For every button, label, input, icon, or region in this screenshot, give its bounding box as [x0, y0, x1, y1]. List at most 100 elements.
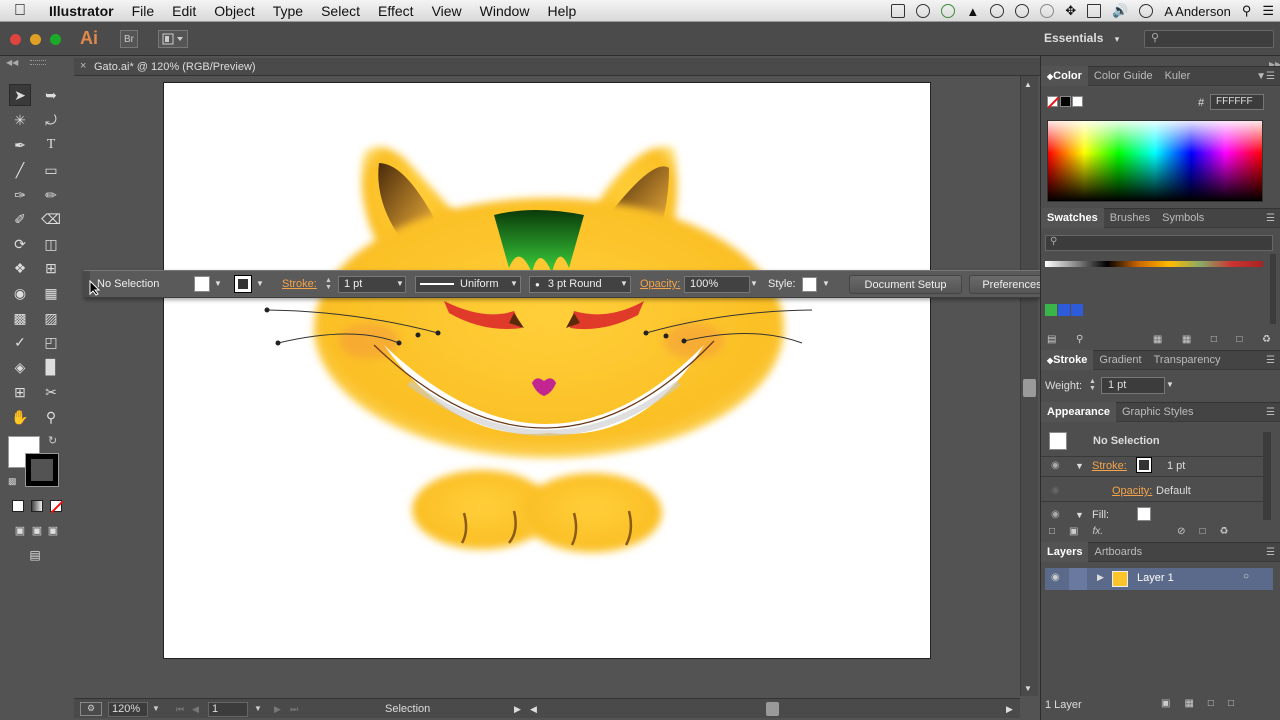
layer-lock-toggle[interactable]: [1069, 568, 1087, 590]
clear-appearance-icon[interactable]: ⊘: [1177, 526, 1185, 540]
menu-view[interactable]: View: [423, 3, 471, 19]
eyedropper-tool-icon[interactable]: ✓: [9, 331, 31, 353]
perspective-grid-tool-icon[interactable]: ▦: [40, 282, 62, 304]
weight-dropdown-icon[interactable]: ▼: [1166, 380, 1174, 389]
menu-effect[interactable]: Effect: [369, 3, 423, 19]
fx-icon[interactable]: fx.: [1093, 526, 1104, 540]
graph-tool-icon[interactable]: ▉: [40, 356, 62, 378]
appearance-opacity-label[interactable]: Opacity:: [1112, 485, 1152, 497]
scroll-thumb[interactable]: [1023, 379, 1036, 397]
accessibility-icon[interactable]: [1015, 4, 1030, 18]
prev-artboard-icon[interactable]: ◀: [192, 704, 199, 715]
tab-swatches[interactable]: Swatches: [1041, 208, 1104, 228]
tab-color[interactable]: ◆Color: [1041, 66, 1088, 86]
weight-stepper-icon[interactable]: ▲ ▼: [1089, 378, 1096, 392]
workspace-switcher[interactable]: Essentials ▾: [1044, 31, 1119, 45]
zoom-input[interactable]: 120%: [108, 702, 148, 717]
layers-menu-icon[interactable]: ☰: [1266, 547, 1275, 558]
expand-triangle-icon[interactable]: ▼: [1075, 461, 1084, 471]
menu-object[interactable]: Object: [205, 3, 263, 19]
document-tab[interactable]: × Gato.ai* @ 120% (RGB/Preview): [74, 58, 1040, 76]
stroke-stepper-icon[interactable]: ▲ ▼: [325, 277, 332, 291]
opacity-input[interactable]: 100%: [684, 276, 750, 293]
spotlight-icon[interactable]: ⚲: [1242, 3, 1252, 19]
scroll-right-icon[interactable]: ▶: [1006, 704, 1013, 715]
swatch-options-icon[interactable]: ▦: [1153, 334, 1162, 348]
pen-tool-icon[interactable]: ✒: [9, 134, 31, 156]
help-search-input[interactable]: ⚲: [1144, 30, 1274, 48]
layer-target-icon[interactable]: ○: [1243, 571, 1249, 582]
menu-file[interactable]: File: [123, 3, 164, 19]
user-name[interactable]: A Anderson: [1164, 4, 1231, 19]
swatch-chip[interactable]: [1058, 304, 1070, 316]
opacity-dropdown-icon[interactable]: ▼: [750, 279, 758, 288]
selection-tool-icon[interactable]: ➤: [9, 84, 31, 106]
menu-edit[interactable]: Edit: [163, 3, 205, 19]
menu-type[interactable]: Type: [264, 3, 312, 19]
next-artboard-icon[interactable]: ▶: [274, 704, 281, 715]
swatch-chip[interactable]: [1045, 304, 1057, 316]
flag-icon[interactable]: [1087, 4, 1102, 18]
tab-brushes[interactable]: Brushes: [1104, 212, 1156, 224]
locate-object-icon[interactable]: ▣: [1161, 698, 1170, 709]
new-sublayer-icon[interactable]: □: [1208, 698, 1214, 709]
color-mode-button[interactable]: [12, 500, 24, 512]
appearance-fill-label[interactable]: Fill:: [1092, 509, 1109, 521]
swatch-group[interactable]: [1045, 304, 1085, 316]
layer-name[interactable]: Layer 1: [1137, 572, 1174, 584]
apple-icon[interactable]: : [0, 2, 40, 20]
appearance-scrollbar[interactable]: [1263, 432, 1271, 520]
slice-tool-icon[interactable]: ✂: [40, 381, 62, 403]
stroke-label[interactable]: Stroke:: [282, 278, 317, 290]
hex-input[interactable]: FFFFFF: [1210, 94, 1264, 110]
grip-icon[interactable]: [30, 60, 46, 65]
status-menu-icon[interactable]: ▶: [514, 704, 521, 715]
swatches-scrollbar[interactable]: [1270, 254, 1276, 324]
help-icon[interactable]: [1139, 4, 1154, 18]
swatch-libraries-icon[interactable]: ▤: [1047, 334, 1056, 348]
swap-fill-stroke-icon[interactable]: ↻: [48, 434, 57, 447]
new-layer-icon[interactable]: □: [1228, 698, 1234, 709]
new-swatch-icon[interactable]: □: [1236, 334, 1242, 348]
hand-tool-icon[interactable]: ✋: [9, 406, 31, 428]
screen-mode-icon[interactable]: ▤: [24, 544, 46, 566]
appearance-stroke-label[interactable]: Stroke:: [1092, 460, 1127, 472]
appearance-fill-swatch[interactable]: [1137, 507, 1151, 521]
panel-menu-icon[interactable]: ▼☰: [1256, 71, 1275, 82]
close-document-icon[interactable]: ×: [80, 60, 86, 72]
symbol-sprayer-tool-icon[interactable]: ◈: [9, 356, 31, 378]
tab-layers[interactable]: Layers: [1041, 542, 1089, 562]
artboard-dropdown-icon[interactable]: ▼: [254, 704, 262, 713]
variable-width-profile-select[interactable]: Uniform: [415, 276, 521, 293]
add-fill-icon[interactable]: ▣: [1069, 526, 1078, 540]
menu-window[interactable]: Window: [471, 3, 539, 19]
chat-icon[interactable]: [990, 4, 1005, 18]
duplicate-item-icon[interactable]: □: [1199, 526, 1205, 540]
zoom-tool-icon[interactable]: ⚲: [40, 406, 62, 428]
delete-item-icon[interactable]: ♻: [1220, 526, 1229, 540]
arrange-documents-button[interactable]: [158, 30, 188, 48]
expand-triangle-icon[interactable]: ▼: [1075, 510, 1084, 520]
rotate-tool-icon[interactable]: ⟳: [9, 233, 31, 255]
display-icon[interactable]: [891, 4, 906, 18]
mesh-tool-icon[interactable]: ▩: [9, 307, 31, 329]
swatch-grid[interactable]: [1045, 261, 1263, 267]
eraser-tool-icon[interactable]: ⌫: [40, 208, 62, 230]
visibility-eye-icon[interactable]: ◉: [1051, 460, 1060, 471]
profile-dropdown-icon[interactable]: ▼: [510, 279, 518, 288]
artboard[interactable]: [163, 82, 931, 659]
timer-icon[interactable]: [916, 4, 931, 18]
first-artboard-icon[interactable]: ⏮: [176, 704, 184, 715]
scroll-down-icon[interactable]: ▼: [1024, 684, 1032, 693]
bridge-button[interactable]: Br: [120, 30, 138, 48]
vertical-scrollbar[interactable]: ▲ ▼: [1020, 76, 1038, 696]
stroke-dropdown-icon[interactable]: ▼: [256, 279, 264, 288]
layer-row[interactable]: ◉ ▶ Layer 1 ○: [1045, 568, 1273, 590]
tab-artboards[interactable]: Artboards: [1088, 546, 1148, 558]
minimize-window-button[interactable]: [30, 34, 41, 45]
appearance-menu-icon[interactable]: ☰: [1266, 407, 1275, 418]
tab-symbols[interactable]: Symbols: [1156, 212, 1210, 224]
artboard-number-input[interactable]: 1: [208, 702, 248, 717]
blob-brush-tool-icon[interactable]: ✐: [9, 208, 31, 230]
sync-icon[interactable]: [941, 4, 956, 18]
